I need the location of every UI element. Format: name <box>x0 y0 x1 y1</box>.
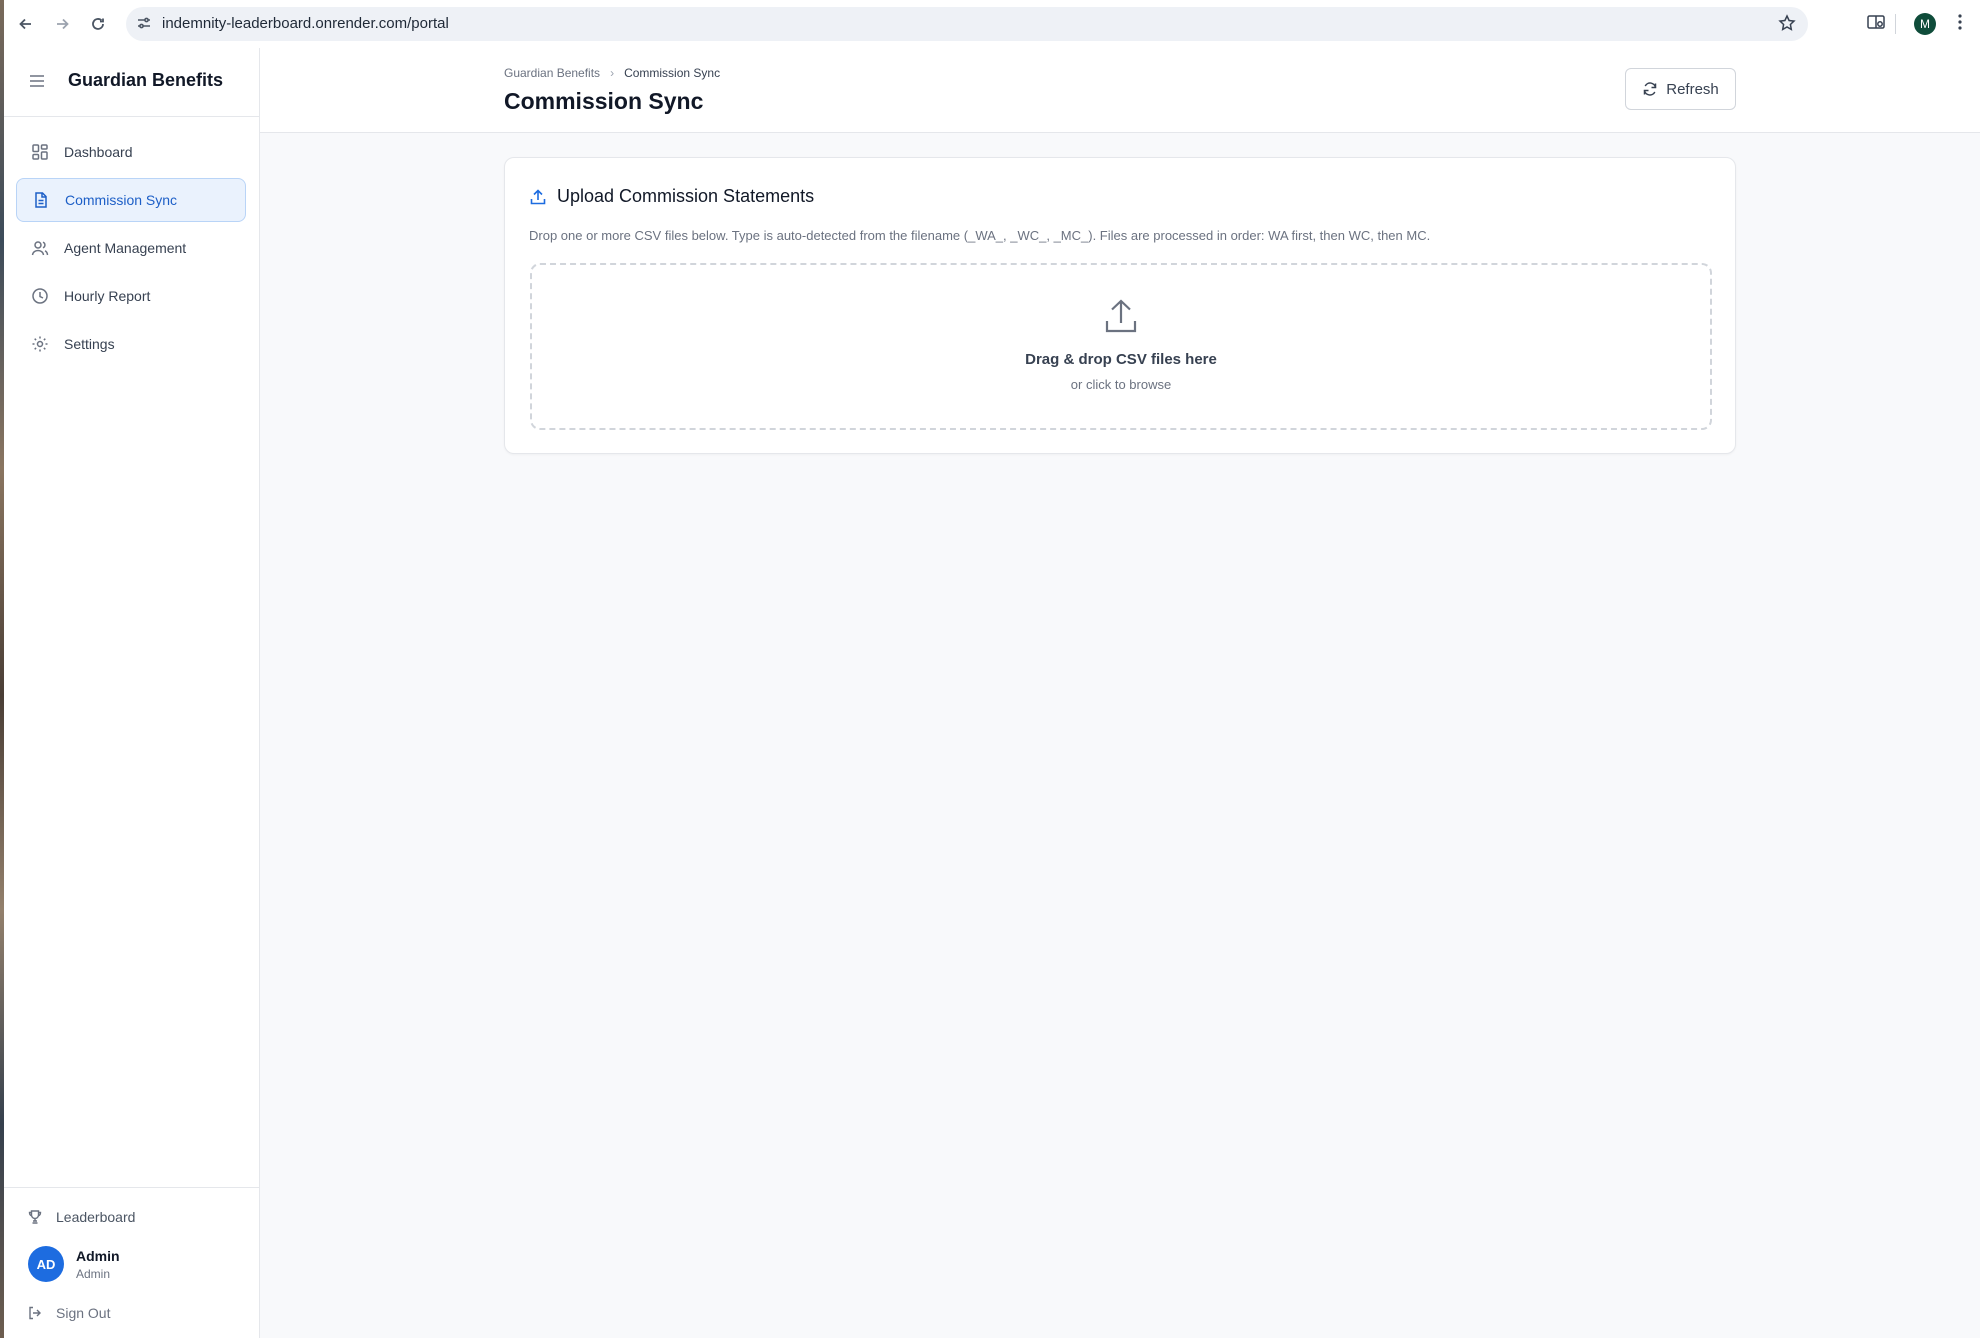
profile-avatar[interactable]: M <box>1914 13 1936 35</box>
sidebar-item-settings[interactable]: Settings <box>16 322 246 366</box>
brand-title: Guardian Benefits <box>68 70 224 90</box>
dropzone-subtitle: or click to browse <box>1070 377 1172 392</box>
hamburger-menu-icon[interactable] <box>28 72 46 95</box>
reading-mode-icon[interactable] <box>1866 12 1886 37</box>
sidebar-item-label: Settings <box>64 336 115 352</box>
sidebar-item-label: Agent Management <box>64 240 187 256</box>
sidebar-item-commission-sync[interactable]: Commission Sync <box>16 178 246 222</box>
sidebar-item-label: Dashboard <box>64 144 133 160</box>
card-title-text: Upload Commission Statements <box>557 186 815 206</box>
user-name: Admin <box>76 1248 120 1264</box>
logout-icon <box>26 1304 44 1322</box>
clock-icon <box>30 286 50 306</box>
refresh-label: Refresh <box>1666 80 1719 98</box>
dropzone-title: Drag & drop CSV files here <box>1025 351 1217 368</box>
avatar: AD <box>28 1246 64 1282</box>
toolbar-divider <box>1895 14 1896 34</box>
gear-icon <box>30 334 50 354</box>
sign-out-label: Sign Out <box>56 1305 111 1321</box>
sidebar-item-dashboard[interactable]: Dashboard <box>16 130 246 174</box>
upload-icon <box>1102 297 1140 340</box>
sign-out-button[interactable]: Sign Out <box>26 1304 110 1322</box>
kebab-menu-icon[interactable] <box>1952 12 1968 37</box>
sidebar: Guardian Benefits Dashboard Commission S… <box>4 48 260 1338</box>
page-header: Guardian Benefits › Commission Sync Comm… <box>260 48 1980 133</box>
card-title: Upload Commission Statements <box>529 186 814 207</box>
reload-icon[interactable] <box>86 12 110 36</box>
users-icon <box>30 238 50 258</box>
sidebar-item-agent-management[interactable]: Agent Management <box>16 226 246 270</box>
sidebar-item-label: Commission Sync <box>65 192 178 208</box>
sidebar-footer: Leaderboard AD Admin Admin Sign Out <box>4 1187 259 1338</box>
csv-dropzone[interactable]: Drag & drop CSV files here or click to b… <box>530 263 1712 430</box>
back-icon[interactable] <box>14 12 38 36</box>
user-role: Admin <box>76 1267 111 1281</box>
upload-icon <box>529 188 547 206</box>
breadcrumb: Guardian Benefits › Commission Sync <box>504 66 720 80</box>
card-description: Drop one or more CSV files below. Type i… <box>529 228 1431 243</box>
forward-icon[interactable] <box>50 12 74 36</box>
refresh-icon <box>1642 81 1658 97</box>
address-bar[interactable]: indemnity-leaderboard.onrender.com/porta… <box>126 7 1808 41</box>
upload-card: Upload Commission Statements Drop one or… <box>504 157 1736 454</box>
sidebar-item-label: Hourly Report <box>64 288 151 304</box>
breadcrumb-current: Commission Sync <box>624 66 721 80</box>
page-title: Commission Sync <box>504 88 704 114</box>
document-icon <box>31 190 51 210</box>
sidebar-header: Guardian Benefits <box>4 48 259 117</box>
bookmark-star-icon[interactable] <box>1778 14 1796 37</box>
leaderboard-label: Leaderboard <box>56 1209 136 1225</box>
grid-icon <box>30 142 50 162</box>
leaderboard-link[interactable]: Leaderboard <box>26 1208 135 1226</box>
chevron-right-icon: › <box>610 66 615 80</box>
sidebar-item-hourly-report[interactable]: Hourly Report <box>16 274 246 318</box>
breadcrumb-root[interactable]: Guardian Benefits <box>504 66 600 80</box>
url-text: indemnity-leaderboard.onrender.com/porta… <box>162 15 449 32</box>
site-info-icon[interactable] <box>136 15 152 36</box>
browser-toolbar: indemnity-leaderboard.onrender.com/porta… <box>4 0 1980 49</box>
refresh-button[interactable]: Refresh <box>1625 68 1736 110</box>
trophy-icon <box>26 1208 44 1226</box>
